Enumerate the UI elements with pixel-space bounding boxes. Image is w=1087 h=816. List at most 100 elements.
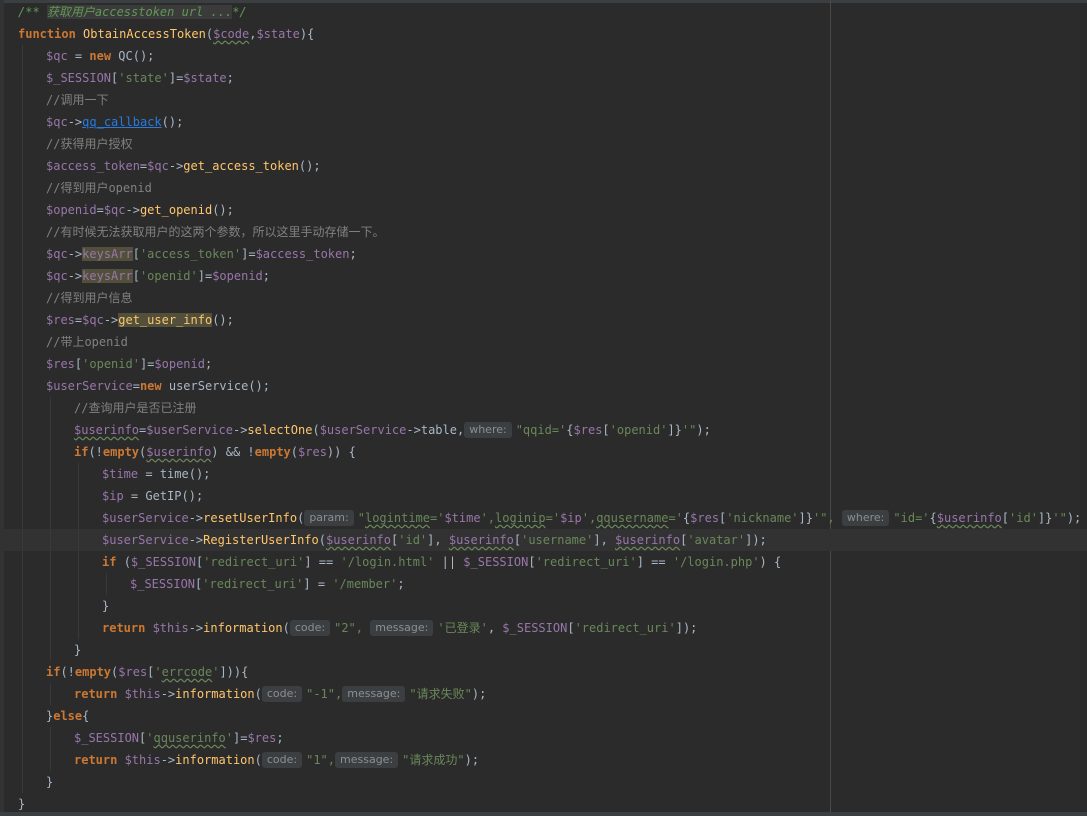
code-token: ]} <box>1037 511 1053 525</box>
code-token: -> <box>103 313 119 327</box>
code-line[interactable]: //获得用户授权 <box>0 133 1087 155</box>
code-line[interactable]: if(!empty($userinfo) && !empty($res)) { <box>0 441 1087 463</box>
code-token: 'openid' <box>139 269 198 283</box>
code-token: new <box>139 379 169 393</box>
code-line[interactable]: //带上openid <box>0 331 1087 353</box>
code-token: [ <box>1001 511 1010 525</box>
code-token: $userinfo <box>74 423 140 437</box>
code-token: =' <box>668 511 683 525</box>
code-line[interactable]: //得到用户openid <box>0 177 1087 199</box>
code-token: 'openid' <box>609 423 668 437</box>
code-token: if <box>74 445 89 459</box>
code-token: //查询用户是否已注册 <box>74 401 197 415</box>
indent-guide <box>50 419 51 441</box>
code-token: } <box>74 643 82 657</box>
code-token: ]= <box>139 357 155 371</box>
code-line[interactable]: return $this->information(code: "1", messa… <box>0 749 1087 771</box>
indent-guide <box>22 265 23 287</box>
code-line[interactable]: return $this->information(code: "-1", mess… <box>0 683 1087 705</box>
indent-guide <box>50 485 51 507</box>
indent-guide <box>50 573 51 595</box>
code-line[interactable]: $qc->keysArr['openid']=$openid; <box>0 265 1087 287</box>
code-line[interactable]: //调用一下 <box>0 89 1087 111</box>
code-token: [ <box>132 269 140 283</box>
code-token: '/login.html' <box>340 555 435 569</box>
code-area[interactable]: /** 获取用户accesstoken url ...*/function Ob… <box>0 1 1087 815</box>
code-token: 'id' <box>398 533 428 547</box>
code-token: 获取用户accesstoken url ... <box>46 5 233 19</box>
code-token: = <box>67 49 90 63</box>
code-token: "id=' <box>893 511 930 525</box>
code-line[interactable]: $userService->RegisterUserInfo($userinfo… <box>0 529 1087 551</box>
code-token: ; <box>262 269 271 283</box>
code-token: $res <box>46 357 75 371</box>
code-token: '" <box>681 423 697 437</box>
code-line[interactable]: $time = time(); <box>0 463 1087 485</box>
code-token: qq_callback <box>82 115 162 129</box>
code-line[interactable]: $_SESSION['state']=$state; <box>0 67 1087 89</box>
code-line[interactable]: //查询用户是否已注册 <box>0 397 1087 419</box>
indent-guide <box>22 309 23 331</box>
code-token: (! <box>88 445 103 459</box>
code-line[interactable]: function ObtainAccessToken($code,$state)… <box>0 23 1087 45</box>
code-line[interactable]: if(!empty($res['errcode'])){ <box>0 661 1087 683</box>
code-line[interactable]: }else{ <box>0 705 1087 727</box>
code-line[interactable]: $userService=new userService(); <box>0 375 1087 397</box>
code-line[interactable]: $userinfo=$userService->selectOne($userS… <box>0 419 1087 441</box>
code-token: [ <box>528 555 536 569</box>
code-line[interactable]: /** 获取用户accesstoken url ...*/ <box>0 1 1087 23</box>
indent-guide <box>22 133 23 155</box>
code-token: =' <box>545 511 561 525</box>
indent-guide <box>22 441 23 463</box>
code-line[interactable]: } <box>0 771 1087 793</box>
code-token: $userService <box>146 423 233 437</box>
code-token: ] = <box>303 577 333 591</box>
code-line[interactable]: //有时候无法获取用户的这两个参数，所以这里手动存储一下。 <box>0 221 1087 243</box>
code-line[interactable]: $access_token=$qc->get_access_token(); <box>0 155 1087 177</box>
code-token: resetUserInfo <box>203 511 298 525</box>
code-line[interactable]: $res['openid']=$openid; <box>0 353 1087 375</box>
code-line[interactable]: $openid=$qc->get_openid(); <box>0 199 1087 221</box>
code-token: ( <box>290 445 299 459</box>
code-editor[interactable]: /** 获取用户accesstoken url ...*/function Ob… <box>0 0 1087 816</box>
code-line[interactable]: $qc = new QC(); <box>0 45 1087 67</box>
code-line[interactable]: $_SESSION['redirect_uri'] = '/member'; <box>0 573 1087 595</box>
code-line[interactable]: $ip = GetIP(); <box>0 485 1087 507</box>
code-token: keysArr <box>82 269 133 283</box>
code-line[interactable]: $qc->qq_callback(); <box>0 111 1087 133</box>
code-line[interactable]: $res=$qc->get_user_info(); <box>0 309 1087 331</box>
indent-guide <box>22 243 23 265</box>
code-line[interactable]: } <box>0 595 1087 617</box>
code-line[interactable]: return $this->information(code: "2", mess… <box>0 617 1087 639</box>
code-token: 'id' <box>1009 511 1038 525</box>
code-token: -> <box>67 247 83 261</box>
code-token: $openid <box>46 203 97 217</box>
indent-guide <box>22 749 23 771</box>
code-token: ; <box>226 71 234 85</box>
code-token: } <box>18 797 26 811</box>
code-token: ])){ <box>219 665 249 679</box>
code-token: ]); <box>675 621 698 635</box>
code-token: ; <box>204 357 213 371</box>
code-token: $code <box>213 27 250 41</box>
parameter-hint: code: <box>261 686 303 702</box>
indent-guide <box>50 551 51 573</box>
code-token: $res <box>298 445 327 459</box>
code-token: $qc <box>46 115 68 129</box>
code-line[interactable]: $qc->keysArr['access_token']=$access_tok… <box>0 243 1087 265</box>
indent-guide <box>78 507 79 529</box>
code-line[interactable]: $_SESSION['qquserinfo']=$res; <box>0 727 1087 749</box>
code-token: 'openid' <box>82 357 140 371</box>
code-token: , <box>456 423 465 437</box>
code-line[interactable]: $userService->resetUserInfo(param: "login… <box>0 507 1087 529</box>
indent-guide <box>22 177 23 199</box>
indent-guide <box>50 749 51 771</box>
indent-guide <box>22 617 23 639</box>
code-token: ]= <box>168 71 184 85</box>
code-token: QC <box>118 49 133 63</box>
code-line[interactable]: //得到用户信息 <box>0 287 1087 309</box>
indent-guide <box>50 397 51 419</box>
code-token: information <box>175 753 255 767</box>
code-line[interactable]: } <box>0 639 1087 661</box>
code-line[interactable]: if ($_SESSION['redirect_uri'] == '/login… <box>0 551 1087 573</box>
